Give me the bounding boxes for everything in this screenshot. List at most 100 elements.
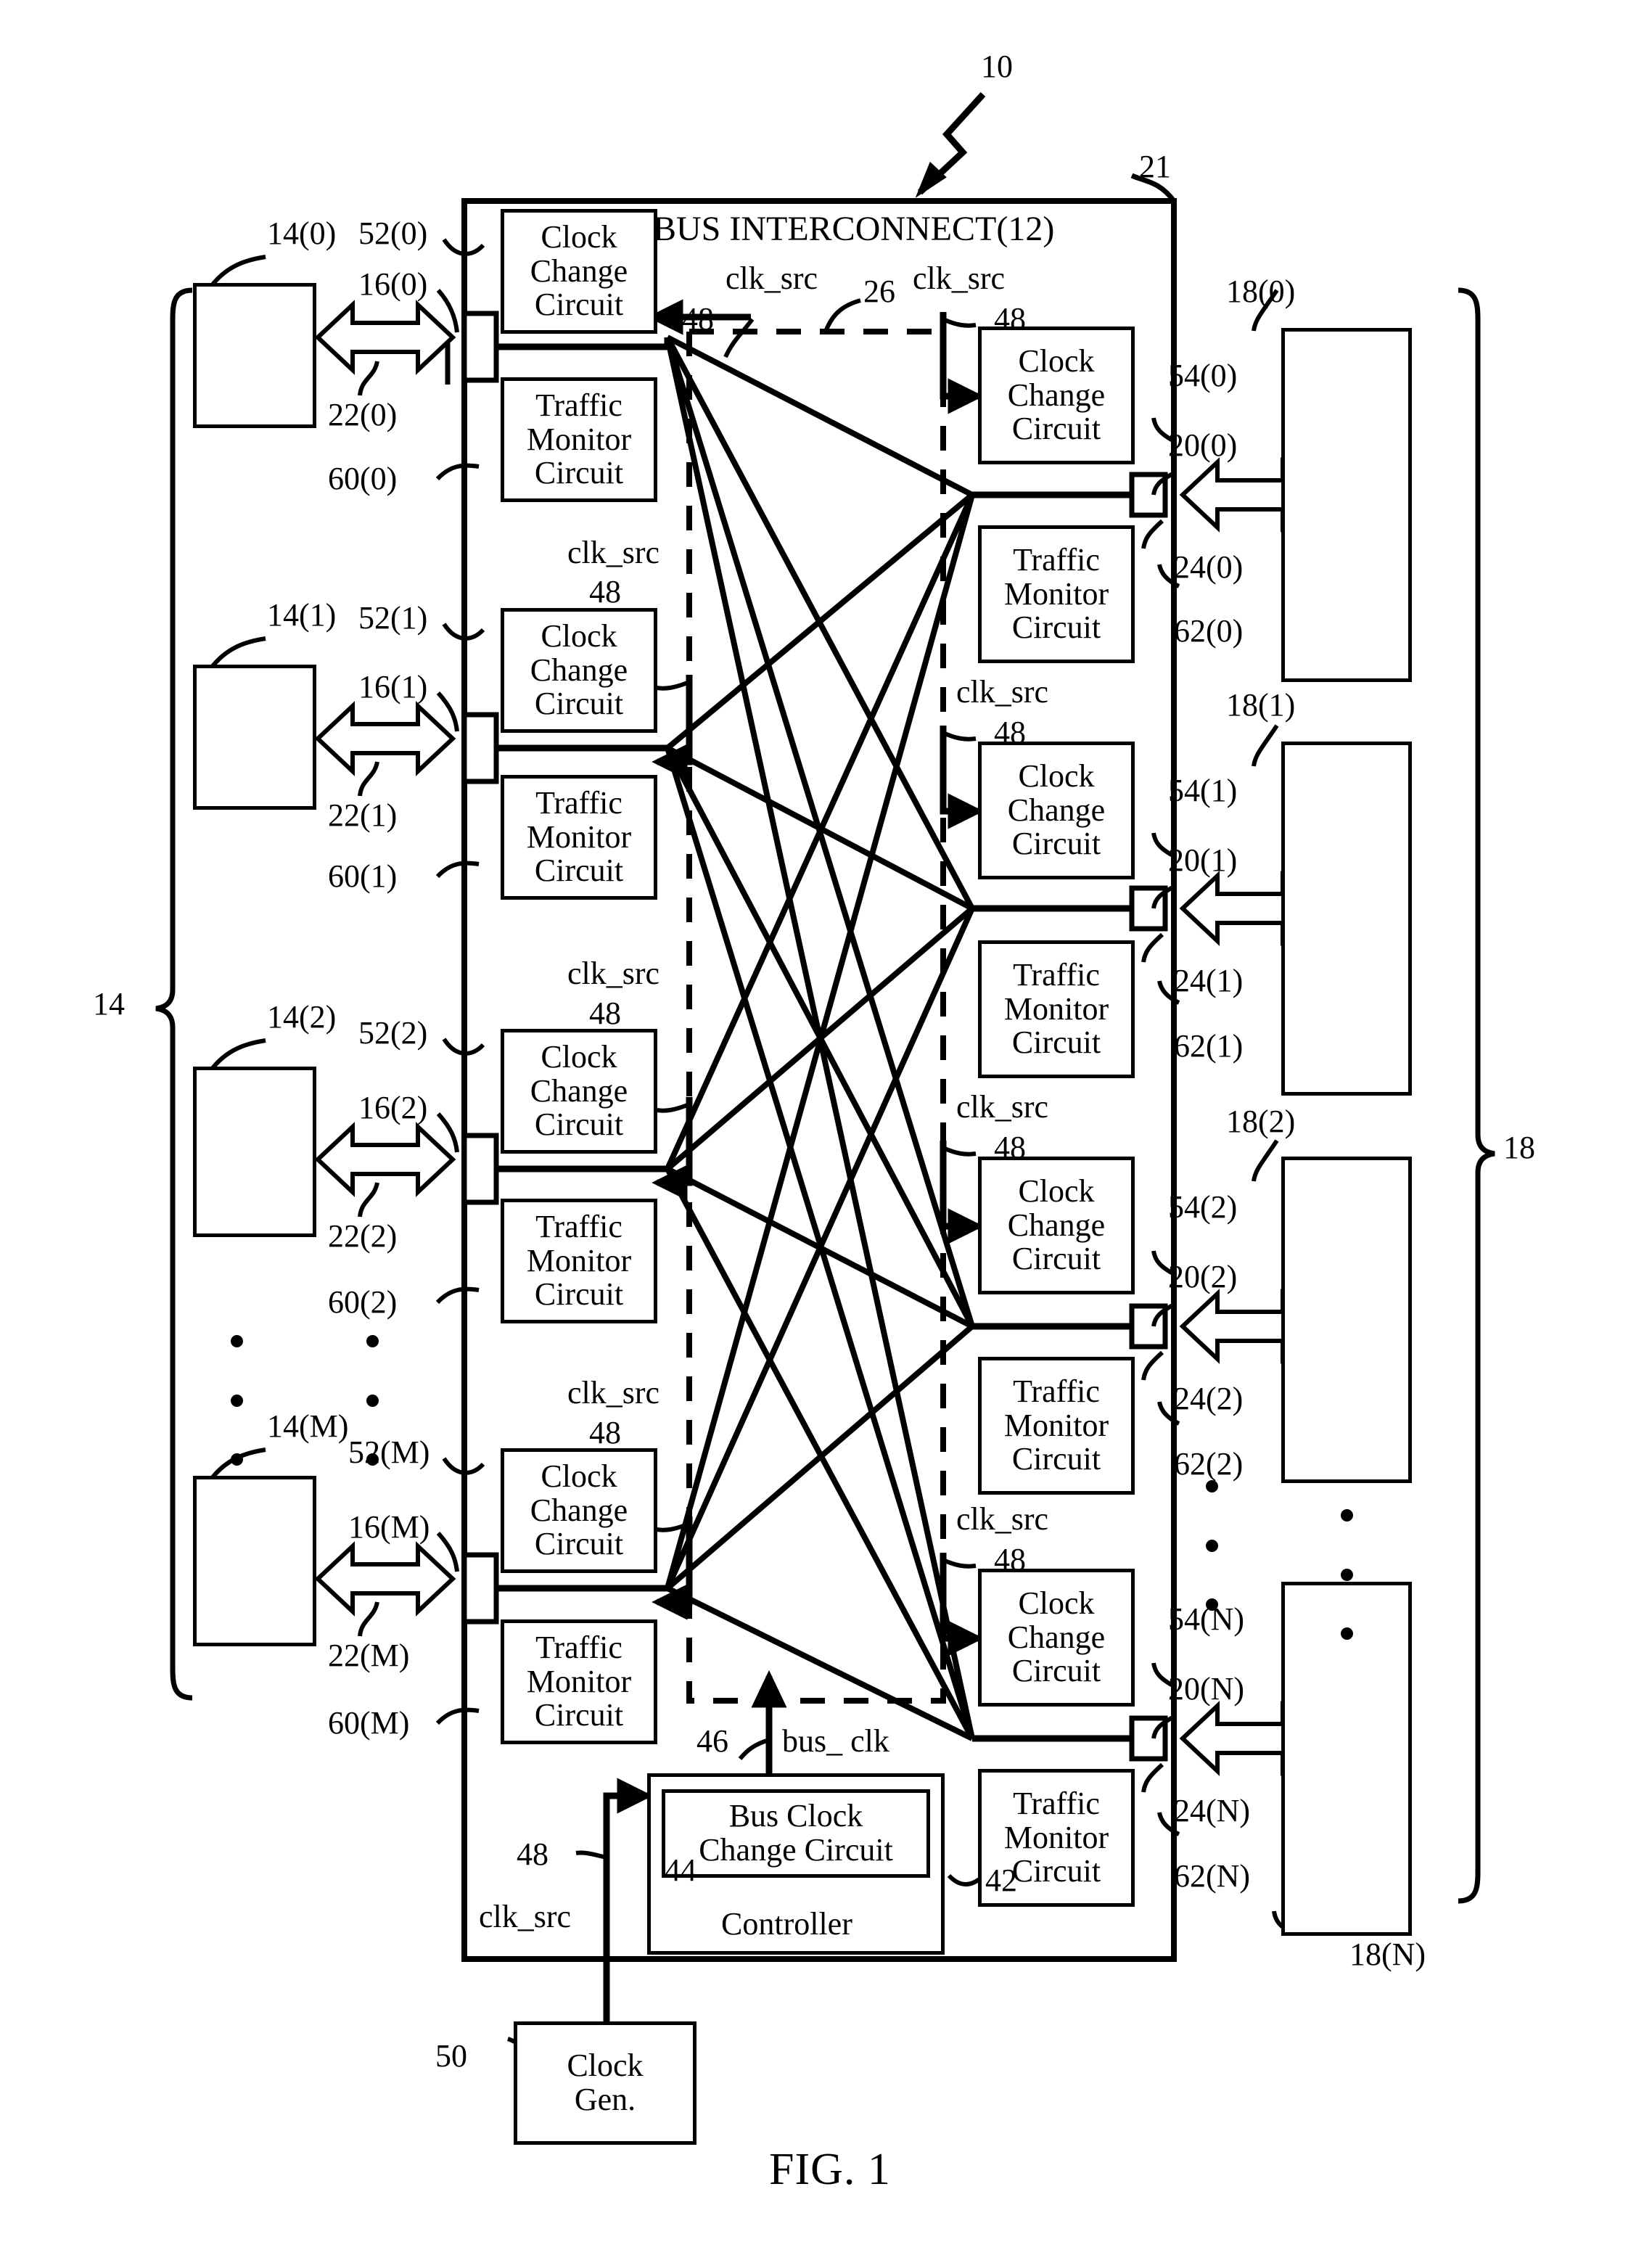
clk-src-label-controller: clk_src	[479, 1899, 572, 1934]
clock-change-line-1: Clock	[541, 1458, 617, 1495]
traffic-monitor-circuit-master-1[interactable]: Traffic Monitor Circuit	[501, 775, 657, 900]
traffic-monitor-circuit-slave-2[interactable]: Traffic Monitor Circuit	[978, 1357, 1135, 1495]
master-device-1[interactable]	[193, 665, 316, 810]
clock-change-circuit-master-M[interactable]: Clock Change Circuit	[501, 1448, 657, 1573]
clk-src-label-slave-2: clk_src	[956, 1089, 1049, 1125]
ref-master-device-1: 14(1)	[267, 597, 337, 633]
ref-master-clock-port-M: 52(M)	[348, 1434, 430, 1470]
clock-change-line-2: Change	[1007, 792, 1106, 828]
ref-master-interface-M: 16(M)	[348, 1509, 430, 1545]
clock-change-line-2: Change	[530, 252, 628, 289]
ref-master-device-2: 14(2)	[267, 999, 337, 1035]
ref-slave-interface-0: 20(0)	[1168, 427, 1238, 463]
ref-slave-clock-port-2: 54(2)	[1168, 1189, 1238, 1225]
ref-clock-generator-50: 50	[435, 2038, 467, 2074]
interconnect-title: BUS INTERCONNECT(12)	[653, 210, 1055, 248]
clock-gen-line-1: Clock	[567, 2048, 644, 2084]
ellipsis-slave-refs	[1204, 1480, 1219, 1611]
ref-clk-src-master-2: 48	[589, 995, 621, 1031]
ellipsis-master-devices	[229, 1335, 244, 1466]
ref-slave-bus-0: 24(0)	[1174, 549, 1244, 585]
traffic-monitor-line-2: Monitor	[526, 1663, 632, 1699]
traffic-monitor-line-3: Circuit	[1011, 1024, 1101, 1061]
figure-caption: FIG. 1	[769, 2145, 891, 2194]
ref-clk-src-master-0: 48	[682, 301, 714, 337]
slave-device-1[interactable]	[1281, 742, 1412, 1096]
traffic-monitor-circuit-slave-1[interactable]: Traffic Monitor Circuit	[978, 940, 1135, 1078]
ref-master-interface-1: 16(1)	[358, 669, 428, 705]
traffic-monitor-line-2: Monitor	[1003, 990, 1109, 1027]
clock-change-circuit-master-1[interactable]: Clock Change Circuit	[501, 608, 657, 733]
clock-change-circuit-slave-N[interactable]: Clock Change Circuit	[978, 1569, 1135, 1707]
slave-device-0[interactable]	[1281, 328, 1412, 682]
traffic-monitor-line-2: Monitor	[526, 421, 632, 457]
traffic-monitor-line-1: Traffic	[1013, 1373, 1100, 1410]
traffic-monitor-line-3: Circuit	[1011, 609, 1101, 646]
clock-change-circuit-slave-0[interactable]: Clock Change Circuit	[978, 327, 1135, 464]
ref-master-bus-0: 22(0)	[328, 397, 398, 432]
clk-src-label-slave-N: clk_src	[956, 1501, 1049, 1537]
ref-controller-42: 42	[985, 1863, 1017, 1898]
traffic-monitor-line-1: Traffic	[535, 387, 622, 424]
slave-device-2[interactable]	[1281, 1157, 1412, 1483]
clock-change-line-1: Clock	[541, 618, 617, 654]
traffic-monitor-line-3: Circuit	[1011, 1441, 1101, 1477]
clk-src-label-master-0: clk_src	[726, 260, 818, 296]
traffic-monitor-line-3: Circuit	[534, 455, 624, 491]
clock-change-circuit-slave-2[interactable]: Clock Change Circuit	[978, 1157, 1135, 1294]
clock-change-circuit-master-2[interactable]: Clock Change Circuit	[501, 1029, 657, 1154]
clock-change-line-2: Change	[1007, 1207, 1106, 1243]
clock-gen-line-2: Gen.	[574, 2082, 636, 2117]
ref-clk-src-controller: 48	[517, 1836, 548, 1872]
ref-bus-clock-change-44: 44	[665, 1852, 696, 1888]
clock-generator-block[interactable]: Clock Gen.	[514, 2021, 696, 2145]
ref-master-bus-M: 22(M)	[328, 1638, 410, 1673]
clock-change-line-3: Circuit	[1011, 411, 1101, 447]
ref-slave-monitor-1: 62(1)	[1174, 1028, 1244, 1064]
clk-src-label-master-2: clk_src	[567, 956, 660, 991]
clk-src-label-master-M: clk_src	[567, 1375, 660, 1411]
clock-change-line-1: Clock	[1018, 1173, 1095, 1210]
traffic-monitor-line-3: Circuit	[534, 1276, 624, 1313]
ref-master-bus-1: 22(1)	[328, 797, 398, 833]
traffic-monitor-line-1: Traffic	[1013, 957, 1100, 993]
ref-slave-monitor-0: 62(0)	[1174, 613, 1244, 649]
ref-slave-interface-N: 20(N)	[1168, 1671, 1245, 1707]
master-device-0[interactable]	[193, 283, 316, 428]
traffic-monitor-line-3: Circuit	[534, 853, 624, 889]
patent-figure: FIG. 1 10 21 BUS INTERCONNECT(12) 14 18 …	[0, 0, 1652, 2242]
traffic-monitor-circuit-master-2[interactable]: Traffic Monitor Circuit	[501, 1199, 657, 1323]
traffic-monitor-circuit-slave-0[interactable]: Traffic Monitor Circuit	[978, 525, 1135, 663]
clock-change-line-2: Change	[1007, 1619, 1106, 1655]
ref-slave-monitor-N: 62(N)	[1174, 1858, 1251, 1894]
ref-clk-src-slave-N: 48	[994, 1542, 1026, 1577]
ref-slave-bus-1: 24(1)	[1174, 963, 1244, 998]
ref-master-monitor-M: 60(M)	[328, 1705, 410, 1741]
ref-master-clock-port-0: 52(0)	[358, 215, 428, 251]
traffic-monitor-line-1: Traffic	[1013, 542, 1100, 578]
bus-clock-change-circuit[interactable]: Bus Clock Change Circuit	[662, 1789, 930, 1878]
clock-change-circuit-slave-1[interactable]: Clock Change Circuit	[978, 742, 1135, 879]
clock-change-line-1: Clock	[1018, 1585, 1095, 1622]
clock-change-line-3: Circuit	[534, 287, 624, 323]
ref-slave-device-1: 18(1)	[1226, 687, 1296, 723]
ref-clk-src-slave-0: 48	[994, 301, 1026, 337]
traffic-monitor-circuit-master-M[interactable]: Traffic Monitor Circuit	[501, 1619, 657, 1744]
ref-master-device-M: 14(M)	[267, 1408, 349, 1444]
ref-slave-device-2: 18(2)	[1226, 1104, 1296, 1139]
traffic-monitor-line-2: Monitor	[526, 1242, 632, 1278]
clock-change-line-1: Clock	[1018, 758, 1095, 794]
clock-change-circuit-master-0[interactable]: Clock Change Circuit	[501, 209, 657, 334]
ref-master-interface-0: 16(0)	[358, 266, 428, 302]
ref-master-device-0: 14(0)	[267, 215, 337, 251]
master-device-2[interactable]	[193, 1067, 316, 1237]
ref-slave-bus-N: 24(N)	[1174, 1793, 1251, 1828]
traffic-monitor-circuit-master-0[interactable]: Traffic Monitor Circuit	[501, 377, 657, 502]
bus-clock-change-line-2: Change Circuit	[699, 1832, 893, 1868]
clock-change-line-3: Circuit	[534, 1106, 624, 1143]
bus-clk-label: bus_ clk	[782, 1723, 889, 1759]
ref-slave-device-N: 18(N)	[1349, 1937, 1426, 1972]
clock-change-line-3: Circuit	[534, 1526, 624, 1562]
ref-clk-src-slave-2: 48	[994, 1130, 1026, 1165]
master-device-M[interactable]	[193, 1476, 316, 1646]
